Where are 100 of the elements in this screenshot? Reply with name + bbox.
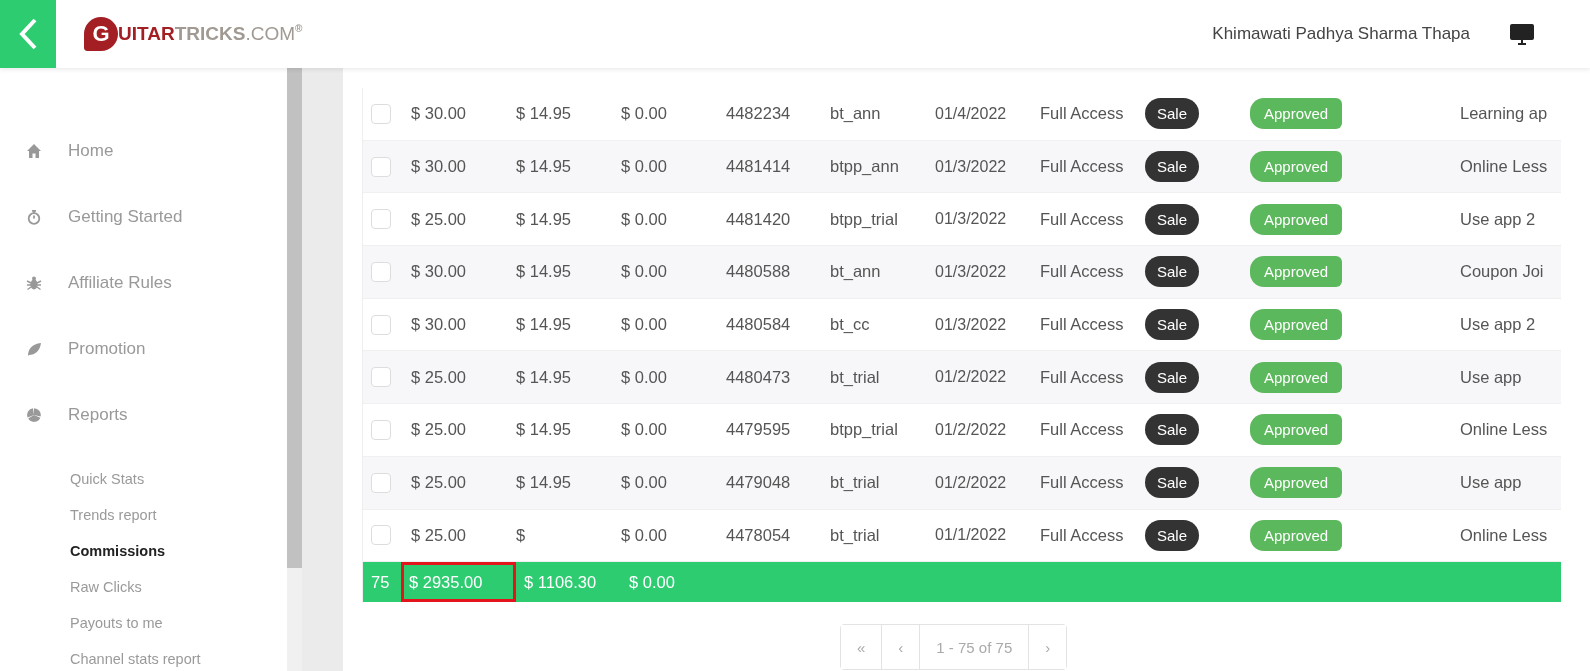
- code-cell-text: bt_trial: [830, 473, 881, 493]
- id-cell-text: 4480473: [726, 367, 792, 387]
- leaf-icon: [26, 341, 42, 357]
- submenu-item[interactable]: Quick Stats: [70, 461, 287, 497]
- status-badge: Approved: [1250, 414, 1343, 446]
- type-badge: Sale: [1145, 467, 1200, 499]
- date-cell-text: 01/3/2022: [935, 210, 1008, 229]
- id-cell-text: 4481420: [726, 209, 792, 229]
- table-cell-text: $ 0.00: [621, 525, 668, 545]
- row-checkbox[interactable]: [371, 314, 391, 335]
- date-cell-text: 01/2/2022: [935, 473, 1008, 492]
- date-cell-text: 01/2/2022: [935, 368, 1008, 387]
- submenu-item[interactable]: Raw Clicks: [70, 569, 287, 605]
- sidebar-item[interactable]: Promotion: [68, 339, 146, 359]
- table-cell-text: $ 0.00: [621, 315, 668, 335]
- product-cell-text: Full Access: [1040, 262, 1125, 282]
- date-cell-text: 01/4/2022: [935, 104, 1008, 123]
- submenu-item[interactable]: Trends report: [70, 497, 287, 533]
- commission-cell-text: $ 14.95: [516, 262, 573, 282]
- type-badge: Sale: [1145, 151, 1200, 183]
- date-cell-text: 01/3/2022: [935, 262, 1008, 281]
- code-cell-text: btpp_ann: [830, 157, 900, 177]
- date-cell-text: 01/3/2022: [935, 315, 1008, 334]
- row-checkbox[interactable]: [371, 156, 391, 177]
- total-count: 75: [370, 572, 391, 592]
- product-cell-text: Full Access: [1040, 209, 1125, 229]
- table-cell-text: $ 0.00: [621, 420, 668, 440]
- type-badge: Sale: [1145, 203, 1200, 235]
- product-cell-text: Full Access: [1040, 367, 1125, 387]
- commission-cell-text: $ 14.95: [516, 473, 573, 493]
- total-amount: $ 2935.00: [401, 562, 516, 603]
- status-badge: Approved: [1250, 151, 1343, 183]
- status-badge: Approved: [1250, 519, 1343, 551]
- table-cell-text: $ 0.00: [621, 473, 668, 493]
- monitor-icon[interactable]: [1510, 23, 1534, 45]
- pie-chart-icon: [26, 407, 42, 423]
- back-chevron-icon: [18, 17, 38, 51]
- id-cell-text: 4479048: [726, 473, 792, 493]
- code-cell-text: bt_trial: [830, 525, 881, 545]
- scrollbar-thumb[interactable]: [287, 68, 302, 568]
- row-checkbox[interactable]: [371, 525, 391, 546]
- amount-cell-text: $ 30.00: [411, 262, 468, 282]
- user-name[interactable]: Khimawati Padhya Sharma Thapa: [1212, 24, 1470, 44]
- date-cell-text: 01/2/2022: [935, 420, 1008, 439]
- sidebar-item[interactable]: Home: [68, 141, 114, 161]
- sidebar-item[interactable]: Reports: [68, 405, 128, 425]
- code-cell-text: bt_ann: [830, 104, 882, 124]
- table-cell-text: $ 0.00: [621, 104, 668, 124]
- bug-icon: [26, 275, 42, 291]
- logo-text: TRICKS: [174, 23, 246, 45]
- row-checkbox[interactable]: [371, 472, 391, 493]
- type-badge: Sale: [1145, 98, 1200, 130]
- row-checkbox[interactable]: [371, 367, 391, 388]
- status-badge: Approved: [1250, 203, 1343, 235]
- date-cell-text: 01/1/2022: [935, 526, 1008, 545]
- product-cell-text: Full Access: [1040, 157, 1125, 177]
- back-button[interactable]: [0, 0, 56, 68]
- code-cell-text: bt_trial: [830, 367, 881, 387]
- product-cell-text: Full Access: [1040, 473, 1125, 493]
- id-cell-text: 4482234: [726, 104, 792, 124]
- product-cell-text: Full Access: [1040, 420, 1125, 440]
- commission-cell-text: $ 14.95: [516, 367, 573, 387]
- total-cell-text: $ 0.00: [628, 572, 676, 592]
- status-badge: Approved: [1250, 98, 1343, 130]
- amount-cell-text: $ 25.00: [411, 473, 468, 493]
- note-cell-text: Use app 2: [1460, 315, 1537, 335]
- id-cell-text: 4481414: [726, 157, 792, 177]
- row-checkbox[interactable]: [371, 419, 391, 440]
- logo-pick: G: [84, 17, 118, 51]
- registered-mark: ®: [295, 23, 303, 34]
- submenu-item[interactable]: Payouts to me: [70, 605, 287, 641]
- type-badge: Sale: [1145, 309, 1200, 341]
- code-cell-text: bt_cc: [830, 315, 871, 335]
- product-cell-text: Full Access: [1040, 525, 1125, 545]
- table-cell-text: $ 0.00: [621, 262, 668, 282]
- row-checkbox[interactable]: [371, 261, 391, 282]
- row-checkbox[interactable]: [371, 103, 391, 124]
- note-cell-text: Online Less: [1460, 420, 1549, 440]
- first-page-button[interactable]: «: [841, 625, 883, 670]
- type-badge: Sale: [1145, 519, 1200, 551]
- amount-cell-text: $ 25.00: [411, 367, 468, 387]
- submenu-item[interactable]: Commissions: [70, 533, 287, 569]
- amount-cell-text: $ 25.00: [411, 420, 468, 440]
- home-icon: [26, 143, 42, 159]
- table-cell-text: $ 0.00: [621, 367, 668, 387]
- type-badge: Sale: [1145, 361, 1200, 393]
- id-cell-text: 4480588: [726, 262, 792, 282]
- sidebar-item[interactable]: Affiliate Rules: [68, 273, 172, 293]
- note-cell-text: Use app 2: [1460, 209, 1537, 229]
- table-cell-text: $ 0.00: [621, 209, 668, 229]
- product-cell-text: Full Access: [1040, 104, 1125, 124]
- product-cell-text: Full Access: [1040, 315, 1125, 335]
- amount-cell-text: $ 25.00: [411, 209, 468, 229]
- amount-cell-text: $ 30.00: [411, 104, 468, 124]
- amount-cell-text: $ 30.00: [411, 315, 468, 335]
- sidebar-item[interactable]: Getting Started: [68, 207, 183, 227]
- commission-cell-text: $ 14.95: [516, 157, 573, 177]
- code-cell-text: bt_ann: [830, 262, 882, 282]
- row-checkbox[interactable]: [371, 209, 391, 230]
- submenu-item[interactable]: Channel stats report: [70, 641, 287, 671]
